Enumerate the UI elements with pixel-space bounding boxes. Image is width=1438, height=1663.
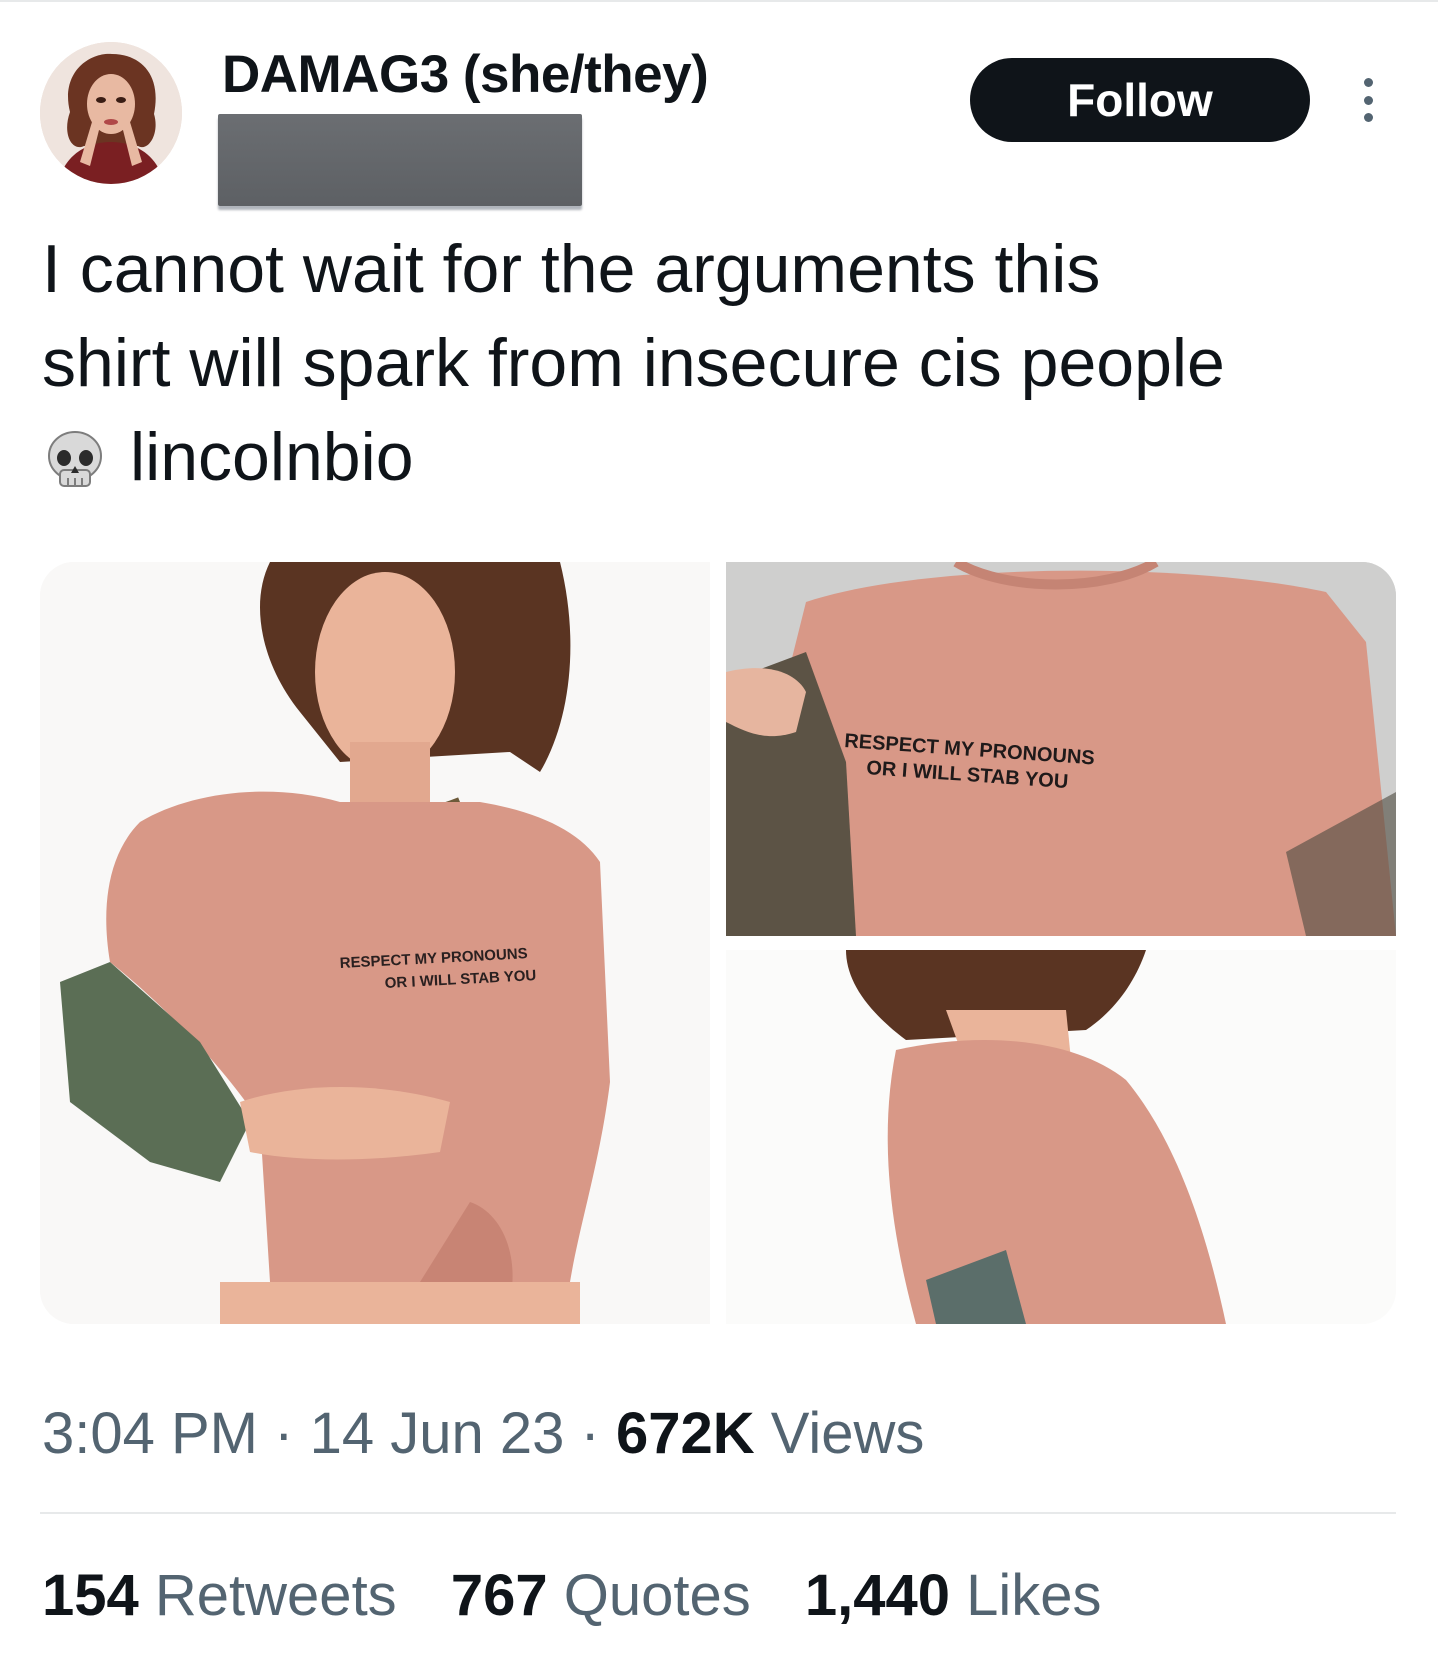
tweet-line-2: shirt will spark from insecure cis peopl… bbox=[42, 325, 1225, 401]
avatar-image bbox=[40, 42, 182, 184]
meta-separator-2: · bbox=[580, 1401, 600, 1466]
media-photo-3[interactable] bbox=[726, 950, 1396, 1324]
tweet-meta: 3:04 PM · 14 Jun 23 · 672K Views bbox=[42, 1400, 924, 1467]
more-icon bbox=[1363, 78, 1373, 87]
follow-button[interactable]: Follow bbox=[970, 58, 1310, 142]
tweet-text: I cannot wait for the arguments this shi… bbox=[42, 222, 1412, 504]
photo-2-image: RESPECT MY PRONOUNS OR I WILL STAB YOU bbox=[726, 562, 1396, 936]
retweets-label: Retweets bbox=[154, 1563, 397, 1628]
photo-1-image: RESPECT MY PRONOUNS OR I WILL STAB YOU bbox=[40, 562, 710, 1324]
quotes-stat[interactable]: 767 Quotes bbox=[451, 1563, 751, 1628]
quotes-count: 767 bbox=[450, 1563, 548, 1628]
photo-3-image bbox=[726, 950, 1396, 1324]
avatar[interactable] bbox=[40, 42, 182, 184]
likes-stat[interactable]: 1,440 Likes bbox=[805, 1563, 1102, 1628]
views-label: Views bbox=[770, 1401, 925, 1466]
display-name[interactable]: DAMAG3 (she/they) bbox=[222, 44, 709, 105]
retweets-count: 154 bbox=[42, 1563, 139, 1628]
meta-separator-1: · bbox=[274, 1401, 294, 1466]
media-grid: RESPECT MY PRONOUNS OR I WILL STAB YOU R… bbox=[40, 562, 1396, 1324]
tweet-line-3: lincolnbio bbox=[42, 410, 1412, 504]
likes-label: Likes bbox=[966, 1563, 1102, 1628]
media-photo-1[interactable]: RESPECT MY PRONOUNS OR I WILL STAB YOU bbox=[40, 562, 710, 1324]
tweet-line-3-text: lincolnbio bbox=[130, 419, 414, 495]
skull-emoji-icon bbox=[48, 431, 102, 487]
views-count: 672K bbox=[615, 1401, 755, 1466]
top-divider bbox=[0, 0, 1438, 2]
quotes-label: Quotes bbox=[563, 1563, 751, 1628]
redacted-handle bbox=[218, 114, 582, 206]
more-options-button[interactable] bbox=[1350, 70, 1386, 130]
tweet-date[interactable]: 14 Jun 23 bbox=[310, 1401, 565, 1466]
stats-divider bbox=[40, 1512, 1396, 1514]
tweet-line-1: I cannot wait for the arguments this bbox=[42, 231, 1101, 307]
tweet-time[interactable]: 3:04 PM bbox=[42, 1401, 258, 1466]
retweets-stat[interactable]: 154 Retweets bbox=[42, 1563, 397, 1628]
likes-count: 1,440 bbox=[804, 1563, 950, 1628]
tweet-stats: 154 Retweets 767 Quotes 1,440 Likes bbox=[42, 1562, 1140, 1629]
media-photo-2[interactable]: RESPECT MY PRONOUNS OR I WILL STAB YOU bbox=[726, 562, 1396, 936]
